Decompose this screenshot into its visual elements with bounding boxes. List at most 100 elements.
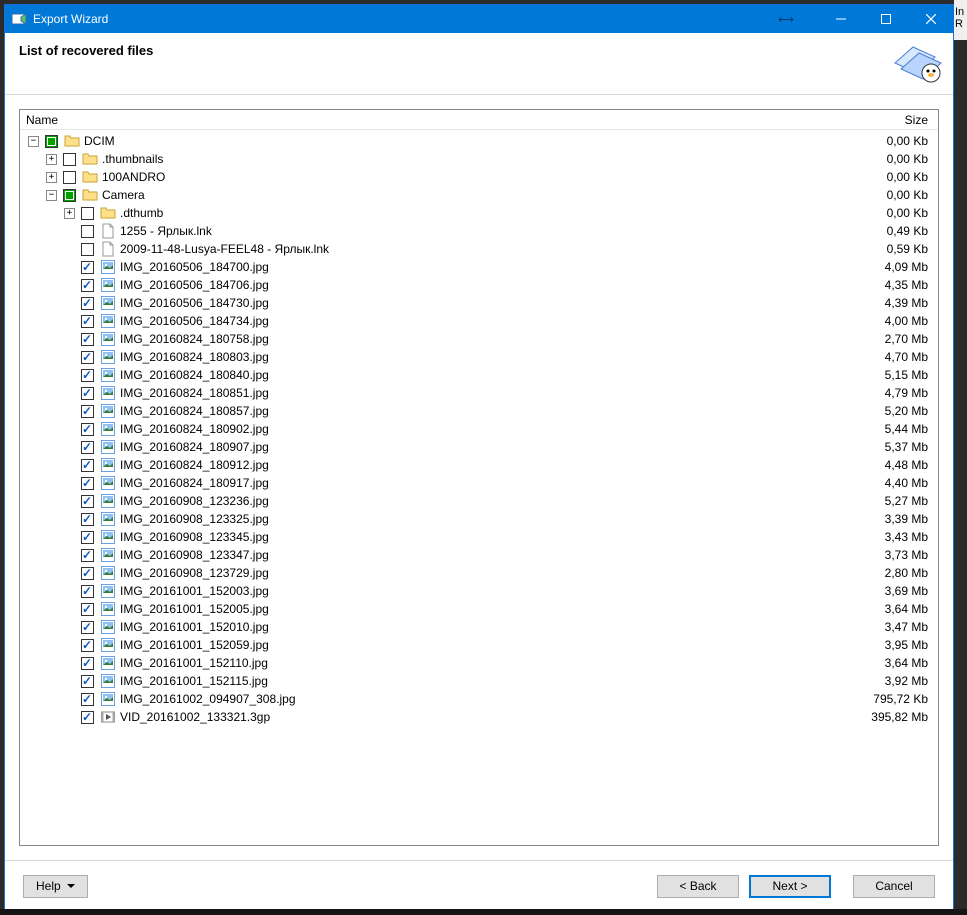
expander-icon[interactable]: + bbox=[46, 172, 57, 183]
tree-row[interactable]: IMG_20160824_180857.jpg5,20 Mb bbox=[20, 402, 938, 420]
checkbox[interactable] bbox=[81, 279, 94, 292]
tree-item-size: 3,95 Mb bbox=[858, 638, 938, 652]
checkbox[interactable] bbox=[81, 657, 94, 670]
tree-item-label: 1255 - Ярлык.lnk bbox=[119, 224, 858, 238]
checkbox[interactable] bbox=[81, 441, 94, 454]
help-button[interactable]: Help bbox=[23, 875, 88, 898]
checkbox[interactable] bbox=[81, 495, 94, 508]
file-icon bbox=[100, 223, 116, 239]
tree-row[interactable]: +100ANDRO0,00 Kb bbox=[20, 168, 938, 186]
expander-icon bbox=[64, 388, 75, 399]
titlebar[interactable]: Export Wizard ⟷ bbox=[5, 5, 953, 33]
tree-item-size: 4,40 Mb bbox=[858, 476, 938, 490]
tree-row[interactable]: IMG_20160908_123325.jpg3,39 Mb bbox=[20, 510, 938, 528]
checkbox[interactable] bbox=[81, 243, 94, 256]
column-header-name[interactable]: Name bbox=[20, 113, 858, 127]
expander-icon bbox=[64, 370, 75, 381]
tree-item-label: 2009-11-48-Lusya-FEEL48 - Ярлык.lnk bbox=[119, 242, 858, 256]
checkbox[interactable] bbox=[81, 711, 94, 724]
tree-row[interactable]: IMG_20161001_152010.jpg3,47 Mb bbox=[20, 618, 938, 636]
tree-row[interactable]: +.thumbnails0,00 Kb bbox=[20, 150, 938, 168]
back-button[interactable]: < Back bbox=[657, 875, 739, 898]
tree-row[interactable]: 1255 - Ярлык.lnk0,49 Kb bbox=[20, 222, 938, 240]
tree-row[interactable]: IMG_20160506_184700.jpg4,09 Mb bbox=[20, 258, 938, 276]
checkbox[interactable] bbox=[81, 603, 94, 616]
tree-row[interactable]: IMG_20161002_094907_308.jpg795,72 Kb bbox=[20, 690, 938, 708]
checkbox[interactable] bbox=[81, 297, 94, 310]
close-button[interactable] bbox=[908, 5, 953, 33]
tree-row[interactable]: IMG_20160506_184706.jpg4,35 Mb bbox=[20, 276, 938, 294]
checkbox[interactable] bbox=[81, 369, 94, 382]
expander-icon[interactable]: − bbox=[28, 136, 39, 147]
tree-row[interactable]: IMG_20160908_123347.jpg3,73 Mb bbox=[20, 546, 938, 564]
checkbox[interactable] bbox=[81, 207, 94, 220]
checkbox[interactable] bbox=[81, 549, 94, 562]
checkbox[interactable] bbox=[81, 351, 94, 364]
expander-icon[interactable]: − bbox=[46, 190, 57, 201]
tree-row[interactable]: IMG_20160908_123345.jpg3,43 Mb bbox=[20, 528, 938, 546]
checkbox[interactable] bbox=[81, 225, 94, 238]
tree-row[interactable]: 2009-11-48-Lusya-FEEL48 - Ярлык.lnk0,59 … bbox=[20, 240, 938, 258]
checkbox[interactable] bbox=[81, 513, 94, 526]
expander-icon[interactable]: + bbox=[64, 208, 75, 219]
tree-body[interactable]: −DCIM0,00 Kb+.thumbnails0,00 Kb+100ANDRO… bbox=[20, 130, 938, 845]
image-icon bbox=[100, 421, 116, 437]
checkbox[interactable] bbox=[63, 189, 76, 202]
tree-row[interactable]: IMG_20161001_152115.jpg3,92 Mb bbox=[20, 672, 938, 690]
tree-item-size: 5,15 Mb bbox=[858, 368, 938, 382]
tree-item-size: 4,70 Mb bbox=[858, 350, 938, 364]
tree-row[interactable]: IMG_20160824_180803.jpg4,70 Mb bbox=[20, 348, 938, 366]
tree-row[interactable]: IMG_20160824_180917.jpg4,40 Mb bbox=[20, 474, 938, 492]
checkbox[interactable] bbox=[81, 477, 94, 490]
checkbox[interactable] bbox=[63, 153, 76, 166]
checkbox[interactable] bbox=[81, 585, 94, 598]
tree-row[interactable]: IMG_20160824_180912.jpg4,48 Mb bbox=[20, 456, 938, 474]
checkbox[interactable] bbox=[81, 675, 94, 688]
expander-icon[interactable]: + bbox=[46, 154, 57, 165]
tree-row[interactable]: IMG_20161001_152003.jpg3,69 Mb bbox=[20, 582, 938, 600]
tree-row[interactable]: IMG_20160908_123236.jpg5,27 Mb bbox=[20, 492, 938, 510]
checkbox[interactable] bbox=[81, 459, 94, 472]
checkbox[interactable] bbox=[81, 333, 94, 346]
tree-row[interactable]: IMG_20160824_180907.jpg5,37 Mb bbox=[20, 438, 938, 456]
checkbox[interactable] bbox=[81, 405, 94, 418]
checkbox[interactable] bbox=[81, 693, 94, 706]
checkbox[interactable] bbox=[81, 639, 94, 652]
checkbox[interactable] bbox=[81, 387, 94, 400]
checkbox[interactable] bbox=[63, 171, 76, 184]
checkbox[interactable] bbox=[81, 423, 94, 436]
drag-indicator-icon: ⟷ bbox=[766, 13, 806, 26]
checkbox[interactable] bbox=[81, 567, 94, 580]
tree-row[interactable]: IMG_20161001_152005.jpg3,64 Mb bbox=[20, 600, 938, 618]
maximize-button[interactable] bbox=[863, 5, 908, 33]
tree-row[interactable]: +.dthumb0,00 Kb bbox=[20, 204, 938, 222]
checkbox[interactable] bbox=[81, 621, 94, 634]
tree-row[interactable]: IMG_20160506_184730.jpg4,39 Mb bbox=[20, 294, 938, 312]
tree-item-label: IMG_20160824_180917.jpg bbox=[119, 476, 858, 490]
tree-row[interactable]: IMG_20160824_180902.jpg5,44 Mb bbox=[20, 420, 938, 438]
tree-row[interactable]: −DCIM0,00 Kb bbox=[20, 132, 938, 150]
tree-row[interactable]: IMG_20160908_123729.jpg2,80 Mb bbox=[20, 564, 938, 582]
tree-row[interactable]: IMG_20160824_180758.jpg2,70 Mb bbox=[20, 330, 938, 348]
tree-row[interactable]: IMG_20160824_180840.jpg5,15 Mb bbox=[20, 366, 938, 384]
tree-row[interactable]: IMG_20160506_184734.jpg4,00 Mb bbox=[20, 312, 938, 330]
tree-row[interactable]: IMG_20160824_180851.jpg4,79 Mb bbox=[20, 384, 938, 402]
checkbox[interactable] bbox=[81, 261, 94, 274]
checkbox[interactable] bbox=[81, 531, 94, 544]
next-button[interactable]: Next > bbox=[749, 875, 831, 898]
minimize-button[interactable] bbox=[818, 5, 863, 33]
checkbox[interactable] bbox=[45, 135, 58, 148]
expander-icon bbox=[64, 496, 75, 507]
tree-item-size: 2,80 Mb bbox=[858, 566, 938, 580]
tree-item-label: IMG_20160824_180902.jpg bbox=[119, 422, 858, 436]
cancel-button[interactable]: Cancel bbox=[853, 875, 935, 898]
tree-row[interactable]: IMG_20161001_152059.jpg3,95 Mb bbox=[20, 636, 938, 654]
checkbox[interactable] bbox=[81, 315, 94, 328]
tree-item-size: 3,39 Mb bbox=[858, 512, 938, 526]
tree-row[interactable]: −Camera0,00 Kb bbox=[20, 186, 938, 204]
tree-item-label: IMG_20161001_152059.jpg bbox=[119, 638, 858, 652]
tree-item-label: DCIM bbox=[83, 134, 858, 148]
column-header-size[interactable]: Size bbox=[858, 113, 938, 127]
tree-row[interactable]: IMG_20161001_152110.jpg3,64 Mb bbox=[20, 654, 938, 672]
tree-row[interactable]: VID_20161002_133321.3gp395,82 Mb bbox=[20, 708, 938, 726]
